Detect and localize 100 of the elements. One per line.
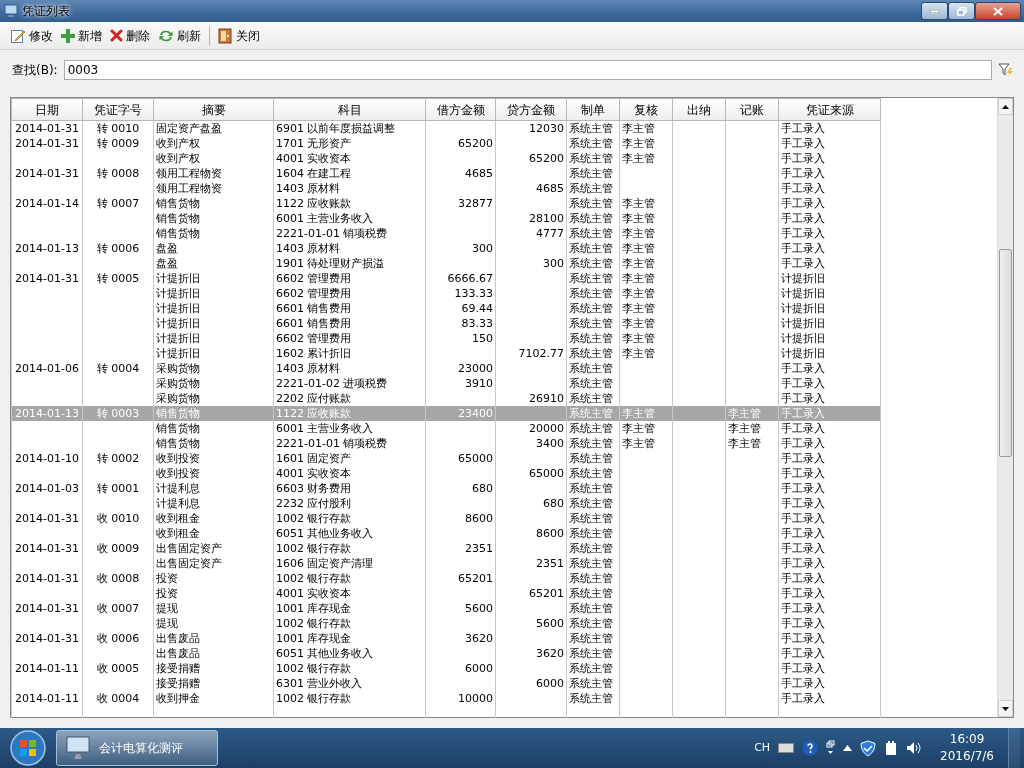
column-header[interactable]: 日期 — [11, 98, 83, 121]
refresh-button[interactable]: 刷新 — [154, 24, 205, 47]
voucher-number-cell: 收 0007 — [82, 601, 154, 616]
source-cell: 手工录入 — [778, 451, 881, 466]
close-button[interactable]: 关闭 — [214, 24, 264, 47]
source-cell: 手工录入 — [778, 511, 881, 526]
scroll-up-icon[interactable] — [1002, 104, 1009, 109]
close-button[interactable] — [975, 2, 1021, 20]
preparer-cell: 系统主管 — [566, 211, 620, 226]
clock-date[interactable]: 2016/7/6 — [940, 748, 994, 765]
debit-amount-cell: 150 — [425, 331, 496, 346]
summary-cell: 计提利息 — [153, 481, 274, 496]
preparer-cell: 系统主管 — [566, 601, 620, 616]
volume-icon[interactable] — [906, 741, 923, 755]
source-cell: 手工录入 — [778, 256, 881, 271]
voucher-number-cell: 收 0005 — [82, 661, 154, 676]
credit-amount-cell: 7102.77 — [495, 346, 567, 361]
shield-icon[interactable] — [860, 739, 877, 757]
start-orb-icon[interactable] — [8, 729, 48, 767]
source-cell: 手工录入 — [778, 691, 881, 706]
summary-cell: 计提折旧 — [153, 346, 274, 361]
preparer-cell: 系统主管 — [566, 120, 620, 136]
x-icon — [110, 29, 123, 42]
keyboard-icon[interactable] — [778, 743, 795, 753]
clock-time[interactable]: 16:09 — [949, 731, 985, 748]
preparer-cell: 系统主管 — [566, 376, 620, 391]
account-cell: 1001 库存现金 — [273, 631, 426, 646]
add-button[interactable]: 新增 — [57, 24, 106, 47]
help-icon[interactable] — [802, 740, 819, 756]
source-cell: 手工录入 — [778, 646, 881, 661]
preparer-cell: 系统主管 — [566, 466, 620, 481]
summary-cell: 投资 — [153, 571, 274, 586]
source-cell: 计提折旧 — [778, 346, 881, 361]
vertical-scrollbar[interactable] — [997, 98, 1013, 717]
reviewer-cell: 李主管 — [619, 346, 673, 361]
source-cell: 手工录入 — [778, 616, 881, 631]
preparer-cell: 系统主管 — [566, 691, 620, 706]
reviewer-cell: 李主管 — [619, 226, 673, 241]
column-header[interactable]: 凭证字号 — [82, 98, 154, 121]
device-icon[interactable] — [884, 740, 899, 756]
account-cell: 6901 以前年度损益调整 — [273, 120, 426, 136]
summary-cell: 出售固定资产 — [153, 541, 274, 556]
column-header[interactable]: 贷方金额 — [495, 98, 567, 121]
preparer-cell: 系统主管 — [566, 646, 620, 661]
taskbar-app-button[interactable]: 会计电算化测评 — [56, 730, 218, 766]
summary-cell: 领用工程物资 — [153, 166, 274, 181]
account-cell: 2221-01-02 进项税费 — [273, 376, 426, 391]
voucher-number-cell: 转 0006 — [82, 241, 154, 256]
search-field[interactable]: 0003 — [63, 60, 992, 80]
source-cell: 手工录入 — [778, 136, 881, 151]
column-header[interactable]: 出纳 — [672, 98, 726, 121]
credit-amount-cell: 20000 — [495, 421, 567, 436]
source-cell: 手工录入 — [778, 151, 881, 166]
reviewer-cell: 李主管 — [619, 256, 673, 271]
voucher-number-cell: 转 0002 — [82, 451, 154, 466]
column-header[interactable]: 记账 — [725, 98, 779, 121]
column-header[interactable]: 凭证来源 — [778, 98, 881, 121]
reviewer-cell: 李主管 — [619, 136, 673, 151]
summary-cell: 出售废品 — [153, 646, 274, 661]
debit-amount-cell: 69.44 — [425, 301, 496, 316]
reviewer-cell: 李主管 — [619, 196, 673, 211]
account-cell: 4001 实收资本 — [273, 151, 426, 166]
source-cell: 手工录入 — [778, 421, 881, 436]
account-cell: 1604 在建工程 — [273, 166, 426, 181]
reviewer-cell: 李主管 — [619, 241, 673, 256]
column-header[interactable]: 复核 — [619, 98, 673, 121]
debit-amount-cell: 5600 — [425, 601, 496, 616]
account-cell: 6051 其他业务收入 — [273, 526, 426, 541]
preparer-cell: 系统主管 — [566, 406, 620, 421]
scroll-down-icon[interactable] — [1002, 706, 1009, 711]
summary-cell: 投资 — [153, 586, 274, 601]
column-header[interactable]: 借方金额 — [425, 98, 496, 121]
summary-cell: 收到押金 — [153, 691, 274, 706]
credit-amount-cell: 2351 — [495, 556, 567, 571]
preparer-cell: 系统主管 — [566, 136, 620, 151]
column-header[interactable]: 摘要 — [153, 98, 274, 121]
summary-cell: 盘盈 — [153, 241, 274, 256]
language-indicator[interactable]: CH — [754, 739, 771, 757]
scroll-thumb[interactable] — [999, 249, 1012, 457]
window-app-icon — [4, 4, 18, 18]
column-header[interactable]: 制单 — [566, 98, 620, 121]
show-hidden-icons-icon[interactable] — [843, 745, 853, 751]
edit-button[interactable]: 修改 — [6, 24, 57, 47]
reviewer-cell: 李主管 — [619, 331, 673, 346]
debit-amount-cell: 23000 — [425, 361, 496, 376]
debit-amount-cell: 133.33 — [425, 286, 496, 301]
filter-icon[interactable] — [998, 62, 1014, 78]
preparer-cell: 系统主管 — [566, 676, 620, 691]
restore-small-icon[interactable] — [826, 740, 836, 756]
minimize-button[interactable] — [921, 2, 948, 20]
credit-amount-cell: 300 — [495, 256, 567, 271]
source-cell: 手工录入 — [778, 361, 881, 376]
summary-cell: 计提折旧 — [153, 301, 274, 316]
column-header[interactable]: 科目 — [273, 98, 426, 121]
credit-amount-cell: 6000 — [495, 676, 567, 691]
preparer-cell: 系统主管 — [566, 616, 620, 631]
credit-amount-cell: 8600 — [495, 526, 567, 541]
restore-button[interactable] — [948, 2, 975, 20]
delete-button[interactable]: 删除 — [106, 24, 154, 47]
account-cell: 2221-01-01 销项税费 — [273, 226, 426, 241]
